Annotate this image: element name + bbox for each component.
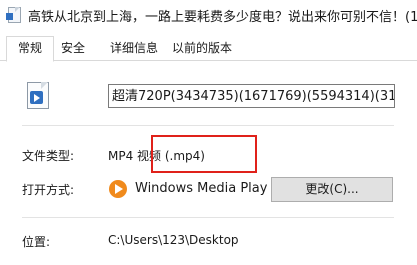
file-name-field[interactable]: 超清720P(3434735)(1671769)(5594314)(319750… bbox=[108, 84, 395, 108]
open-with-app: Windows Media Playe bbox=[135, 181, 267, 196]
divider bbox=[22, 125, 394, 126]
change-button[interactable]: 更改(C)... bbox=[271, 177, 393, 202]
windows-media-player-icon bbox=[109, 180, 127, 198]
open-with-label: 打开方式: bbox=[22, 183, 75, 197]
tab-general[interactable]: 常规 bbox=[6, 36, 54, 62]
tab-previous-versions[interactable]: 以前的版本 bbox=[166, 38, 238, 59]
file-type-label: 文件类型: bbox=[22, 149, 75, 163]
divider bbox=[22, 217, 394, 218]
mp4-file-icon bbox=[27, 82, 49, 109]
window-title: 高铁从北京到上海，一路上要耗费多少度电？说出来你可别不信！(1) 属性 bbox=[28, 9, 417, 25]
highlight-box bbox=[151, 135, 257, 173]
tab-strip: 常规 安全 详细信息 以前的版本 bbox=[0, 36, 417, 62]
location-label: 位置: bbox=[22, 235, 51, 249]
tab-security[interactable]: 安全 bbox=[54, 38, 92, 59]
tab-details[interactable]: 详细信息 bbox=[104, 38, 164, 59]
title-bar: 高铁从北京到上海，一路上要耗费多少度电？说出来你可别不信！(1) 属性 bbox=[0, 0, 417, 30]
location-value: C:\Users\123\Desktop bbox=[108, 233, 239, 247]
media-file-icon bbox=[6, 7, 22, 23]
